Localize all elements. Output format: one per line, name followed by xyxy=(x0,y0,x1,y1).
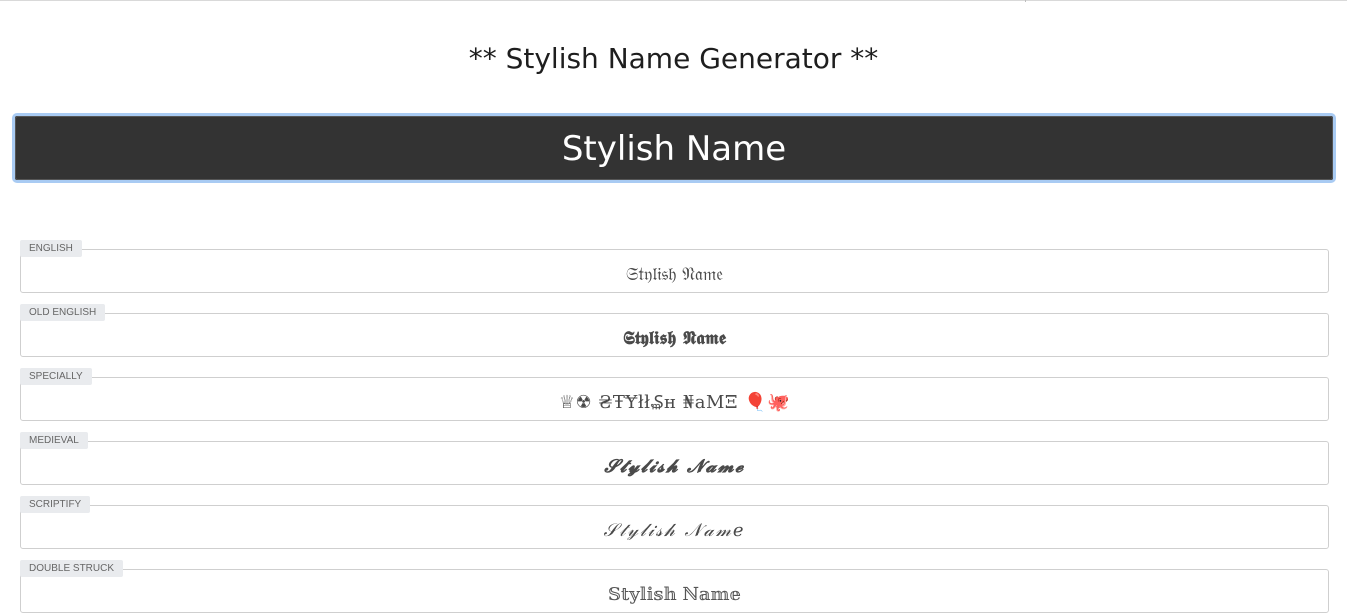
page-title: ** Stylish Name Generator ** xyxy=(468,42,879,75)
style-output-old-english[interactable]: 𝕾𝖙𝖞𝖑𝖎𝖘𝖍 𝕹𝖆𝖒𝖊 xyxy=(20,313,1329,357)
style-label: MEDIEVAL xyxy=(20,432,88,449)
style-output-medieval[interactable]: 𝓢𝓽𝔂𝓵𝓲𝓼𝓱 𝓝𝓪𝓶𝓮 xyxy=(20,441,1329,485)
style-label: OLD ENGLISH xyxy=(20,304,106,321)
style-label: DOUBLE STRUCK xyxy=(20,560,124,577)
style-item-medieval: MEDIEVAL 𝓢𝓽𝔂𝓵𝓲𝓼𝓱 𝓝𝓪𝓶𝓮 xyxy=(20,432,1329,496)
style-output-scriptify[interactable]: 𝒮𝓉𝓎𝓁𝒾𝓈𝒽 𝒩𝒶𝓂𝑒 xyxy=(20,505,1329,549)
style-label: ENGLISH xyxy=(20,240,82,257)
style-item-old-english: OLD ENGLISH 𝕾𝖙𝖞𝖑𝖎𝖘𝖍 𝕹𝖆𝖒𝖊 xyxy=(20,304,1329,368)
name-input[interactable] xyxy=(15,116,1333,180)
style-item-english: ENGLISH 𝔖𝔱𝔶𝔩𝔦𝔰𝔥 𝔑𝔞𝔪𝔢 xyxy=(20,240,1329,304)
style-item-specially: SPECIALLY ♕☢ ₴ŦɎłł₷ʜ ₦aMΞ 🎈🐙 xyxy=(20,368,1329,432)
style-item-scriptify: SCRIPTIFY 𝒮𝓉𝓎𝓁𝒾𝓈𝒽 𝒩𝒶𝓂𝑒 xyxy=(20,496,1329,560)
styles-list: ENGLISH 𝔖𝔱𝔶𝔩𝔦𝔰𝔥 𝔑𝔞𝔪𝔢 OLD ENGLISH 𝕾𝖙𝖞𝖑𝖎𝖘𝖍… xyxy=(20,240,1329,615)
style-output-specially[interactable]: ♕☢ ₴ŦɎłł₷ʜ ₦aMΞ 🎈🐙 xyxy=(20,377,1329,421)
style-label: SCRIPTIFY xyxy=(20,496,91,513)
top-divider xyxy=(0,0,1347,1)
style-output-english[interactable]: 𝔖𝔱𝔶𝔩𝔦𝔰𝔥 𝔑𝔞𝔪𝔢 xyxy=(20,249,1329,293)
style-item-double-struck: DOUBLE STRUCK 𝕊𝕥𝕪𝕝𝕚𝕤𝕙 ℕ𝕒𝕞𝕖 xyxy=(20,560,1329,615)
top-divider-tick xyxy=(1025,0,1026,2)
name-input-container xyxy=(12,113,1336,183)
style-label: SPECIALLY xyxy=(20,368,92,385)
style-output-double-struck[interactable]: 𝕊𝕥𝕪𝕝𝕚𝕤𝕙 ℕ𝕒𝕞𝕖 xyxy=(20,569,1329,613)
